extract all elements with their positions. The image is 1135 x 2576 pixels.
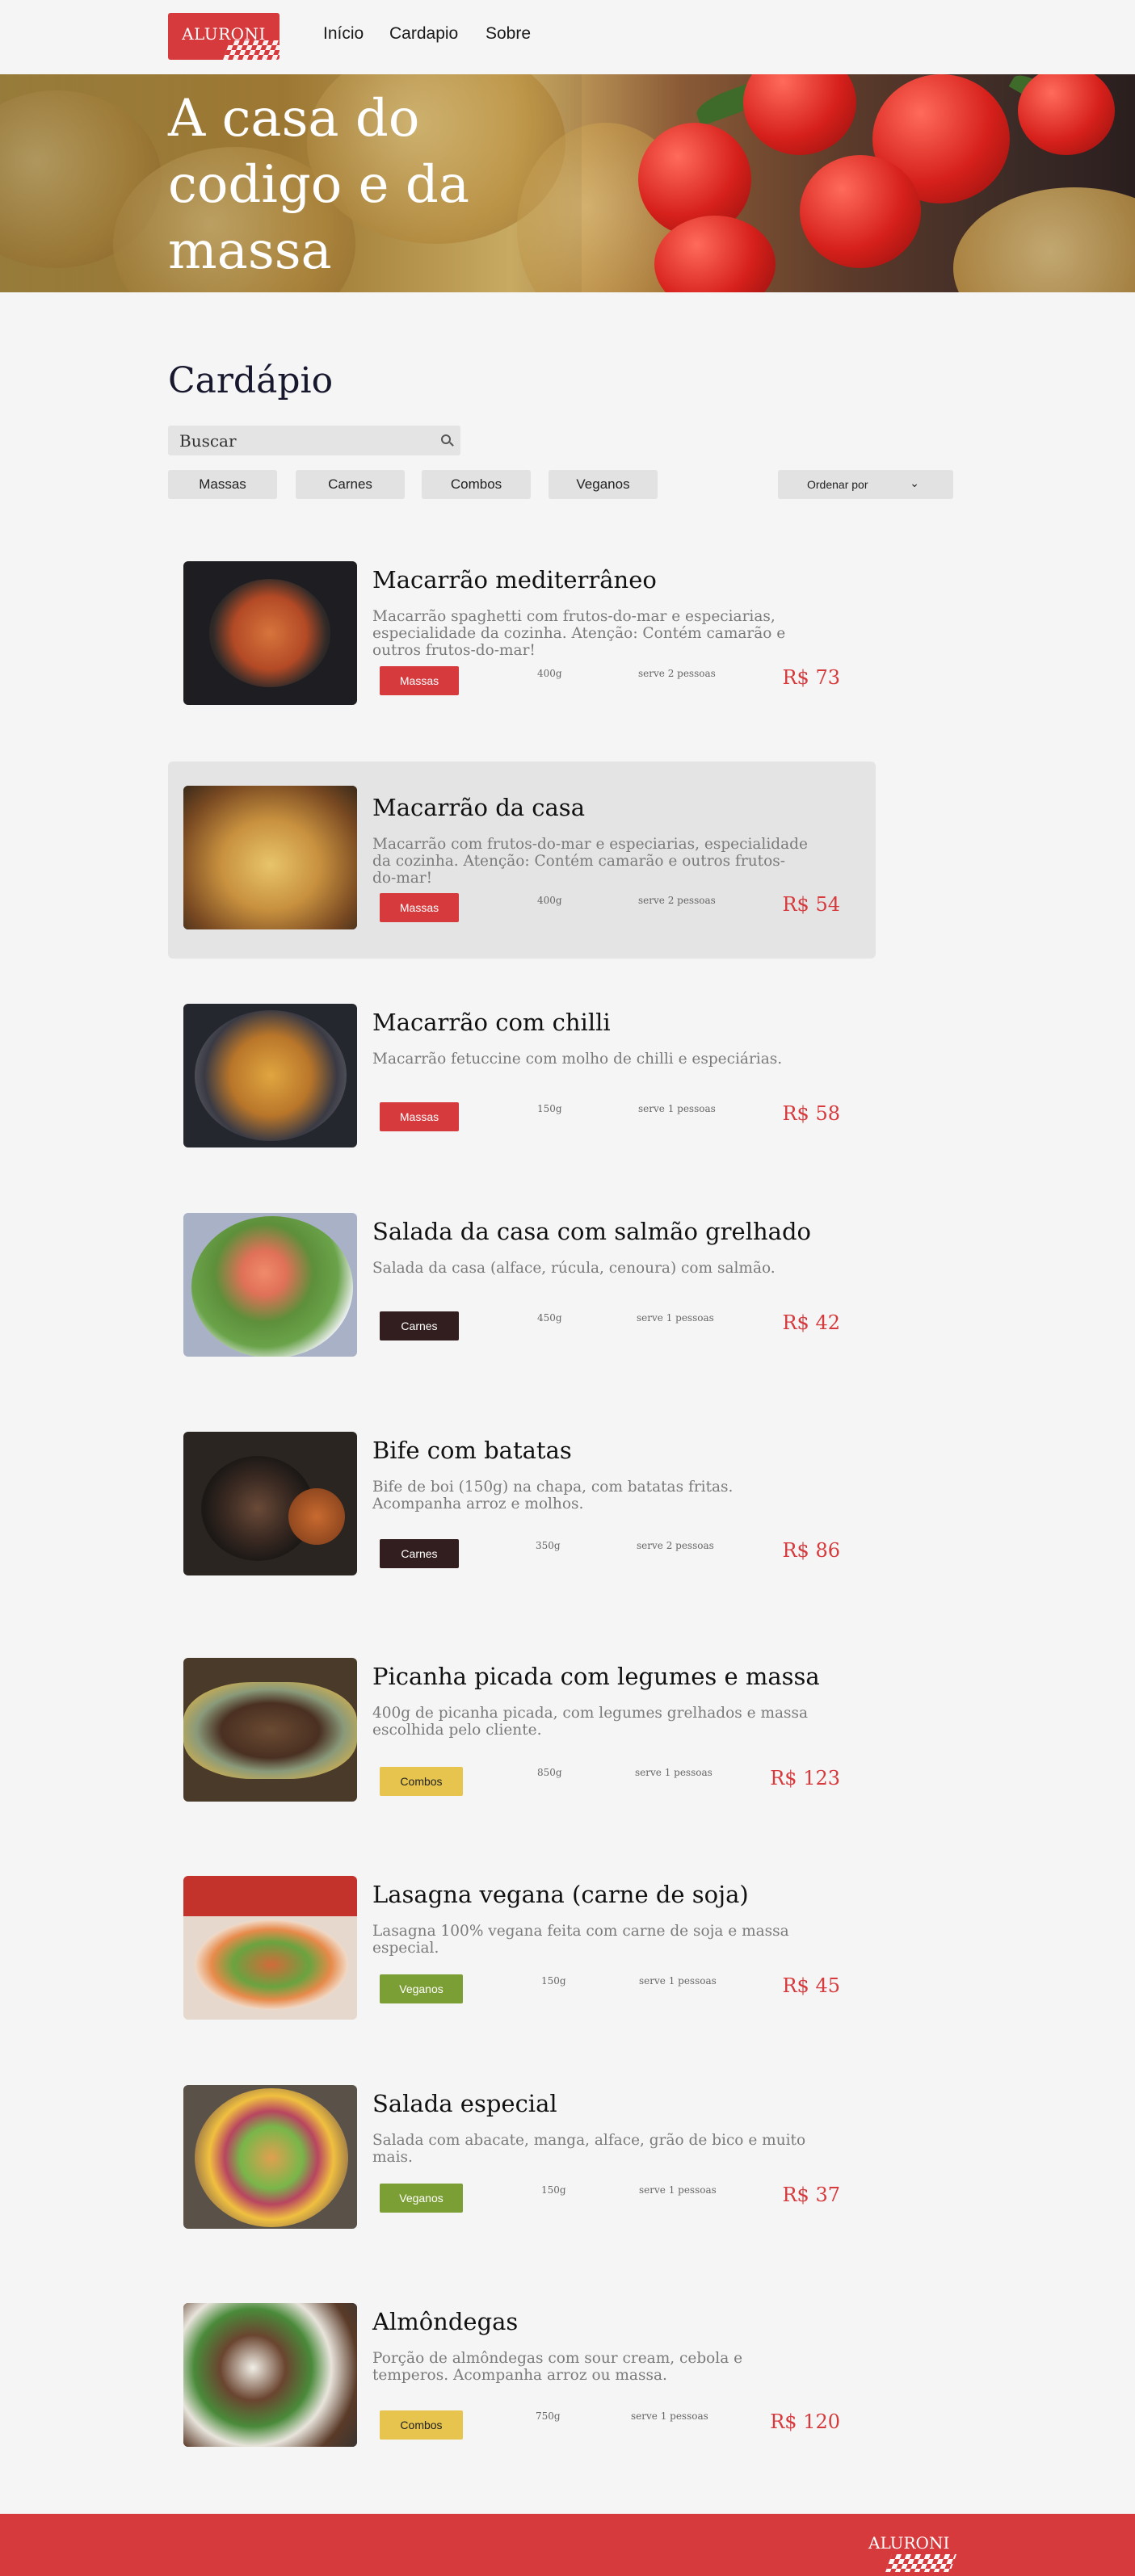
filter-massas[interactable]: Massas <box>168 470 277 499</box>
dish-size: 150g <box>541 2184 566 2196</box>
dish-description: Macarrão fetuccine com molho de chilli e… <box>372 1051 783 1068</box>
menu-item[interactable]: Salada especial Salada com abacate, mang… <box>168 2045 876 2242</box>
site-header: ALURONI Início Cardapio Sobre <box>0 0 1135 74</box>
search-input[interactable]: Buscar <box>168 426 460 455</box>
dish-price: R$ 58 <box>782 1102 840 1125</box>
category-badge: Carnes <box>380 1311 459 1340</box>
site-footer: ALURONI <box>0 2514 1135 2576</box>
category-badge: Massas <box>380 666 459 695</box>
sort-dropdown[interactable]: Ordenar por ⌄ <box>778 470 953 499</box>
search-icon[interactable] <box>441 434 451 444</box>
filter-carnes[interactable]: Carnes <box>296 470 405 499</box>
menu-item[interactable]: Picanha picada com legumes e massa 400g … <box>168 1617 876 1815</box>
dish-name: Picanha picada com legumes e massa <box>372 1663 820 1690</box>
hero-title: A casa do codigo e da massa <box>168 89 469 281</box>
menu-item[interactable]: Bife com batatas Bife de boi (150g) na c… <box>168 1391 876 1588</box>
menu-item[interactable]: Macarrão da casa Macarrão com frutos-do-… <box>168 761 876 959</box>
dish-description: Macarrão spaghetti com frutos-do-mar e e… <box>372 608 786 659</box>
dish-size: 450g <box>537 1312 562 1324</box>
dish-image <box>183 1213 357 1357</box>
dish-description: Lasagna 100% vegana feita com carne de s… <box>372 1923 789 1957</box>
dish-name: Lasagna vegana (carne de soja) <box>372 1881 749 1908</box>
nav-inicio[interactable]: Início <box>323 24 364 44</box>
dish-description: Salada com abacate, manga, alface, grão … <box>372 2132 806 2166</box>
dish-name: Bife com batatas <box>372 1437 572 1464</box>
dish-name: Almôndegas <box>372 2308 519 2335</box>
checkered-flag-icon <box>885 2554 957 2572</box>
dish-price: R$ 45 <box>782 1974 840 1997</box>
dish-image <box>183 786 357 929</box>
dish-image <box>183 561 357 705</box>
dish-size: 150g <box>537 1103 562 1114</box>
dish-description: Macarrão com frutos-do-mar e especiarias… <box>372 836 808 887</box>
dish-name: Salada da casa com salmão grelhado <box>372 1218 811 1245</box>
menu-item[interactable]: Macarrão mediterrâneo Macarrão spaghetti… <box>168 521 876 718</box>
dish-size: 350g <box>536 1540 561 1551</box>
category-badge: Combos <box>380 2410 463 2440</box>
logo[interactable]: ALURONI <box>168 13 280 60</box>
footer-logo[interactable]: ALURONI <box>868 2533 949 2553</box>
category-badge: Veganos <box>380 1974 463 2003</box>
dish-serves: serve 2 pessoas <box>637 1540 714 1551</box>
dish-image <box>183 1432 357 1575</box>
dish-name: Macarrão com chilli <box>372 1009 611 1036</box>
dish-name: Salada especial <box>372 2090 557 2117</box>
nav-sobre[interactable]: Sobre <box>486 24 531 44</box>
dish-price: R$ 123 <box>770 1767 840 1789</box>
category-badge: Carnes <box>380 1539 459 1568</box>
dish-serves: serve 1 pessoas <box>635 1767 713 1778</box>
dish-image <box>183 1004 357 1147</box>
dish-price: R$ 120 <box>770 2410 840 2433</box>
dish-image <box>183 1876 357 2020</box>
dish-image <box>183 2085 357 2229</box>
dish-image <box>183 1658 357 1802</box>
dish-serves: serve 1 pessoas <box>638 1103 716 1114</box>
chevron-down-icon: ⌄ <box>910 476 919 489</box>
dish-serves: serve 1 pessoas <box>631 2410 708 2422</box>
dish-size: 750g <box>536 2410 561 2422</box>
dish-description: 400g de picanha picada, com legumes grel… <box>372 1705 809 1739</box>
menu-title: Cardápio <box>168 360 334 401</box>
dish-serves: serve 1 pessoas <box>637 1312 714 1324</box>
menu-item[interactable]: Macarrão com chilli Macarrão fetuccine c… <box>168 963 876 1160</box>
filter-combos[interactable]: Combos <box>422 470 531 499</box>
menu-item[interactable]: Lasagna vegana (carne de soja) Lasagna 1… <box>168 1836 876 2033</box>
dish-name: Macarrão da casa <box>372 794 585 821</box>
dish-serves: serve 2 pessoas <box>638 668 716 679</box>
dish-serves: serve 1 pessoas <box>639 1975 717 1987</box>
filter-veganos[interactable]: Veganos <box>549 470 658 499</box>
search-placeholder: Buscar <box>179 431 237 451</box>
menu-item[interactable]: Almôndegas Porção de almôndegas com sour… <box>168 2263 876 2460</box>
dish-serves: serve 1 pessoas <box>639 2184 717 2196</box>
dish-description: Salada da casa (alface, rúcula, cenoura)… <box>372 1260 776 1277</box>
dish-price: R$ 42 <box>782 1311 840 1334</box>
dish-image <box>183 2303 357 2447</box>
hero-banner: A casa do codigo e da massa <box>0 74 1135 292</box>
dish-price: R$ 86 <box>782 1539 840 1562</box>
category-badge: Combos <box>380 1767 463 1796</box>
category-badge: Massas <box>380 1102 459 1131</box>
dish-size: 400g <box>537 668 562 679</box>
dish-name: Macarrão mediterrâneo <box>372 566 657 594</box>
dish-price: R$ 73 <box>782 666 840 689</box>
dish-size: 150g <box>541 1975 566 1987</box>
dish-size: 400g <box>537 895 562 906</box>
nav-cardapio[interactable]: Cardapio <box>389 24 458 44</box>
menu-item[interactable]: Salada da casa com salmão grelhado Salad… <box>168 1173 876 1370</box>
sort-label: Ordenar por <box>807 478 868 491</box>
dish-serves: serve 2 pessoas <box>638 895 716 906</box>
dish-price: R$ 54 <box>782 893 840 916</box>
dish-description: Bife de boi (150g) na chapa, com batatas… <box>372 1479 734 1512</box>
dish-size: 850g <box>537 1767 562 1778</box>
category-badge: Veganos <box>380 2184 463 2213</box>
checkered-flag-icon <box>223 40 280 60</box>
dish-price: R$ 37 <box>782 2184 840 2206</box>
dish-description: Porção de almôndegas com sour cream, ceb… <box>372 2350 743 2384</box>
category-badge: Massas <box>380 893 459 922</box>
